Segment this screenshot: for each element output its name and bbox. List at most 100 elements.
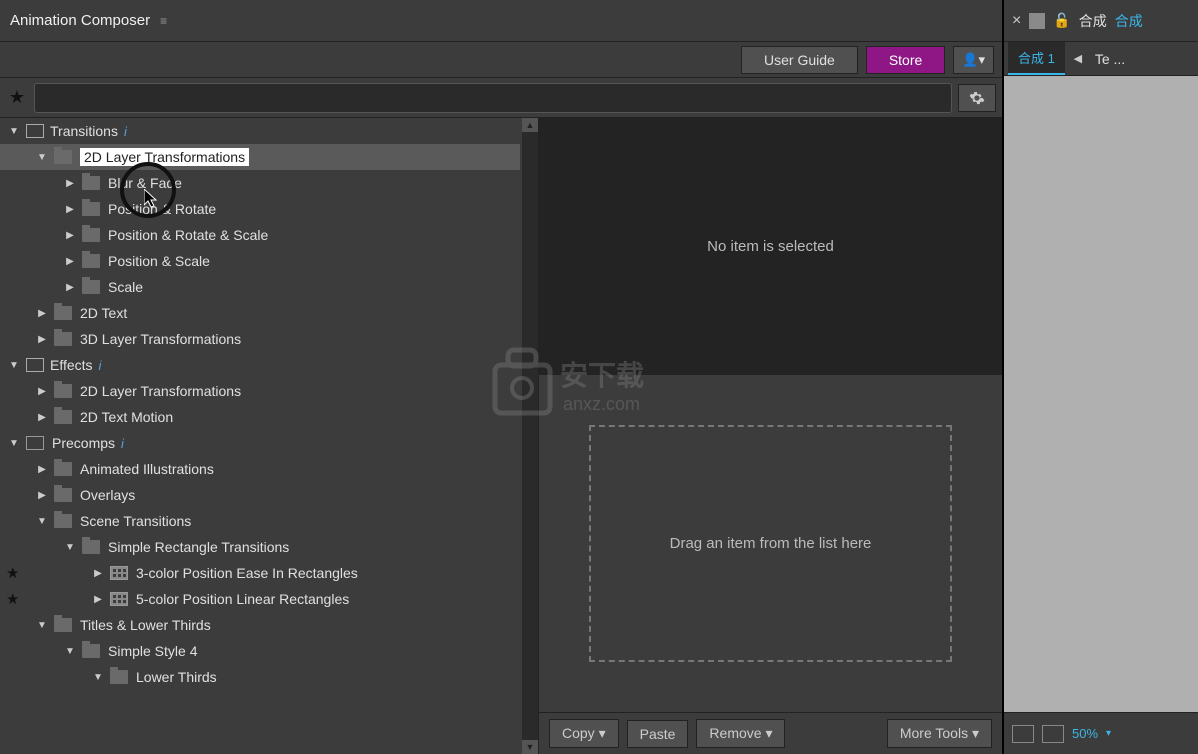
info-icon[interactable]: i [121,436,124,451]
tree-item[interactable]: ▶ 3D Layer Transformations [0,326,520,352]
search-row: ★ [0,78,1002,118]
chevron-right-icon[interactable]: ▶ [36,464,48,475]
display-mode-icon[interactable] [1042,725,1064,743]
preview-panel: No item is selected Drag an item from th… [538,118,1002,754]
chevron-right-icon[interactable]: ▶ [64,282,76,293]
chevron-down-icon[interactable]: ▼ [64,646,76,657]
tree-item[interactable]: ▼Simple Style 4 [0,638,520,664]
chevron-right-icon[interactable]: ▶ [36,334,48,345]
nav-prev-icon[interactable]: ◀ [1069,52,1087,65]
chevron-right-icon[interactable]: ▶ [92,568,104,579]
chevron-down-icon[interactable]: ▼ [36,620,48,631]
tab-other[interactable]: Te ... [1091,51,1129,67]
tree-item[interactable]: ▶Position & Scale [0,248,520,274]
chevron-down-icon[interactable]: ▼ [36,152,48,163]
scroll-down-icon[interactable]: ▼ [522,740,538,754]
tree-item[interactable]: ▶ Animated Illustrations [0,456,520,482]
close-icon[interactable]: × [1012,12,1021,30]
folder-icon [54,488,72,502]
chevron-down-icon[interactable]: ▼ [8,126,20,137]
chevron-right-icon[interactable]: ▶ [36,386,48,397]
store-button[interactable]: Store [866,46,945,74]
tree-item[interactable]: ▼Effectsi [0,352,520,378]
chevron-down-icon[interactable]: ▼ [92,672,104,683]
tree-item-label: Scene Transitions [80,513,191,529]
chevron-right-icon[interactable]: ▶ [64,178,76,189]
chevron-right-icon[interactable]: ▶ [64,256,76,267]
chevron-down-icon[interactable]: ▼ [8,438,20,449]
tab-comp-1[interactable]: 合成 1 [1008,42,1065,75]
tree-item[interactable]: ▼ Scene Transitions [0,508,520,534]
tree-item[interactable]: ▼ Simple Rectangle Transitions [0,534,520,560]
tree-item[interactable]: ▶2D Text [0,300,520,326]
drop-zone[interactable]: Drag an item from the list here [589,425,952,662]
comp-link[interactable]: 合成 [1115,11,1143,31]
settings-button[interactable] [958,84,996,112]
tree-item-label: Scale [108,279,143,295]
tree-item[interactable]: ▶Overlays [0,482,520,508]
zoom-dropdown-icon[interactable]: ▾ [1106,728,1111,739]
folder-icon [82,202,100,216]
favorites-star-icon[interactable]: ★ [6,87,28,108]
copy-button[interactable]: Copy ▾ [549,719,619,748]
search-input[interactable] [34,83,952,113]
tree-item[interactable]: ▶2D Text Motion [0,404,520,430]
tree-item[interactable]: ▶ Position & Rotate & Scale [0,222,520,248]
tree-item[interactable]: ▶ 2D Layer Transformations [0,378,520,404]
tree-item[interactable]: ▼Titles & Lower Thirds [0,612,520,638]
info-icon[interactable]: i [124,124,127,139]
viewer-area [1004,76,1198,712]
tree-item[interactable]: ▶Position & Rotate [0,196,520,222]
tree-item[interactable]: ▼Lower Thirds [0,664,520,690]
scrollbar[interactable]: ▲ ▼ [522,118,538,754]
tree-item-label: 3D Layer Transformations [80,331,241,347]
info-icon[interactable]: i [99,358,102,373]
tree-item[interactable]: ★ ▶ 3-color Position Ease In Rectangles [0,560,520,586]
comp-label: 合成 [1079,11,1107,31]
star-icon[interactable]: ★ [6,590,19,608]
scroll-up-icon[interactable]: ▲ [522,118,538,132]
tree-item-label: 5-color Position Linear Rectangles [136,591,349,607]
view-mode-icon[interactable] [1012,725,1034,743]
zoom-level[interactable]: 50% [1072,726,1098,741]
tree-item-label: 3-color Position Ease In Rectangles [136,565,358,581]
chevron-right-icon[interactable]: ▶ [92,594,104,605]
tree-item-label: 2D Layer Transformations [80,383,241,399]
folder-icon [54,150,72,164]
tree-item[interactable]: ▼ Precomps i [0,430,520,456]
drop-zone-text: Drag an item from the list here [670,535,872,552]
folder-icon [82,540,100,554]
folder-icon [54,306,72,320]
chevron-right-icon[interactable]: ▶ [36,490,48,501]
chevron-down-icon[interactable]: ▼ [64,542,76,553]
tree-item[interactable]: ▼Transitionsi [0,118,520,144]
chevron-right-icon[interactable]: ▶ [36,308,48,319]
folder-icon [54,384,72,398]
tree-item[interactable]: ▶ Scale [0,274,520,300]
paste-button[interactable]: Paste [627,720,689,748]
user-guide-button[interactable]: User Guide [741,46,858,74]
remove-button[interactable]: Remove ▾ [696,719,785,748]
tree-item-label: Position & Rotate & Scale [108,227,268,243]
chevron-down-icon[interactable]: ▼ [8,360,20,371]
tree-item[interactable]: ▼2D Layer Transformations [0,144,520,170]
more-tools-button[interactable]: More Tools ▾ [887,719,992,748]
hamburger-icon[interactable]: ≡ [160,14,167,28]
folder-icon [82,228,100,242]
tree-item[interactable]: ▶Blur & Fade [0,170,520,196]
user-menu-button[interactable]: 👤▾ [953,46,994,74]
tree-item-label: Animated Illustrations [80,461,214,477]
chevron-right-icon[interactable]: ▶ [64,204,76,215]
tree-item-label: Precomps [52,435,115,451]
chevron-right-icon[interactable]: ▶ [36,412,48,423]
chevron-down-icon[interactable]: ▼ [36,516,48,527]
category-icon [26,358,44,372]
precomp-category-icon [26,436,44,450]
preview-empty: No item is selected [539,118,1002,375]
unlock-icon[interactable]: 🔓 [1053,12,1070,29]
tree-item-label: Simple Rectangle Transitions [108,539,289,555]
star-icon[interactable]: ★ [6,564,19,582]
chevron-right-icon[interactable]: ▶ [64,230,76,241]
tree-item[interactable]: ★ ▶ 5-color Position Linear Rectangles [0,586,520,612]
folder-icon [82,254,100,268]
